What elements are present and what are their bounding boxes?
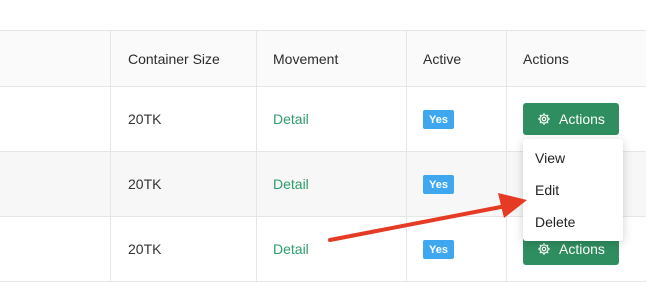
table-header-row: Container Size Movement Active Actions [0,31,646,87]
actions-button[interactable]: Actions [523,103,619,135]
table-cell [0,87,111,151]
active-badge: Yes [423,109,454,129]
header-container-size: Container Size [111,31,257,86]
detail-link[interactable]: Detail [273,111,309,127]
header-actions: Actions [523,50,569,67]
table-cell [0,217,111,281]
active-badge: Yes [423,174,454,194]
active-badge: Yes [423,239,454,259]
menu-item-edit[interactable]: Edit [523,174,623,206]
header-cell-empty [0,31,111,86]
movement-cell: Detail [257,152,407,216]
menu-item-view[interactable]: View [523,142,623,174]
gear-icon [537,242,551,256]
active-cell: Yes [407,217,507,281]
gear-icon [537,112,551,126]
table-cell [0,152,111,216]
detail-link[interactable]: Detail [273,241,309,257]
actions-button-label: Actions [559,111,605,127]
container-size-cell: 20TK [111,217,257,281]
active-cell: Yes [407,87,507,151]
header-active: Active [407,31,507,86]
container-size-cell: 20TK [111,87,257,151]
detail-link[interactable]: Detail [273,176,309,192]
movement-cell: Detail [257,217,407,281]
actions-dropdown-menu: View Edit Delete [523,139,623,241]
actions-button-label: Actions [559,241,605,257]
header-movement: Movement [257,31,407,86]
menu-item-delete[interactable]: Delete [523,206,623,238]
active-cell: Yes [407,152,507,216]
movement-cell: Detail [257,87,407,151]
container-size-cell: 20TK [111,152,257,216]
